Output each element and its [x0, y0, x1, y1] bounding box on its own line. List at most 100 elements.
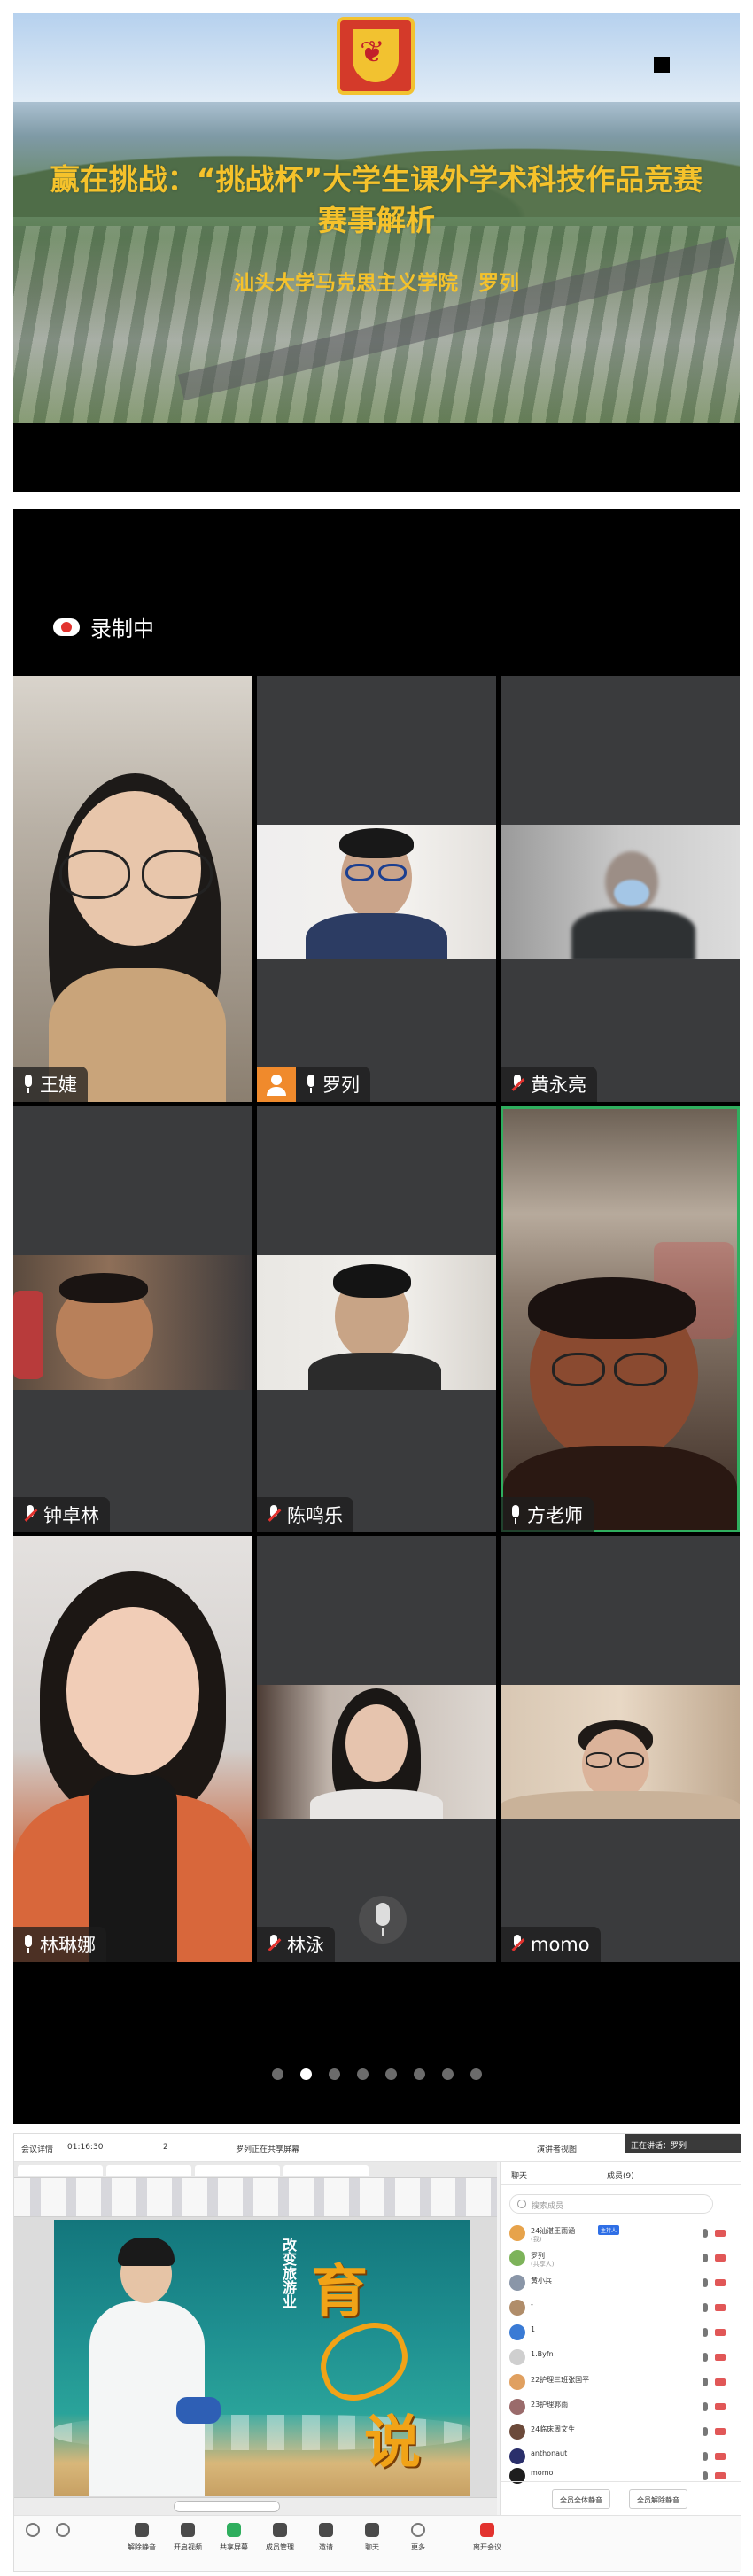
- mic-muted-icon: [266, 1505, 282, 1525]
- hand-button[interactable]: [53, 2523, 73, 2542]
- member-status-icons: [703, 2229, 729, 2238]
- member-status-icons: [703, 2452, 729, 2461]
- member-status-icons: [703, 2254, 729, 2262]
- mic-icon: [22, 1935, 35, 1954]
- browser-tab[interactable]: [283, 2165, 369, 2176]
- page-dot[interactable]: [328, 2068, 340, 2080]
- member-status-icons: [703, 2353, 729, 2362]
- chat-button[interactable]: 聊天: [351, 2523, 393, 2552]
- page-dot[interactable]: [271, 2068, 283, 2080]
- member-row[interactable]: 罗列 (共享人): [501, 2246, 741, 2270]
- member-row[interactable]: -: [501, 2295, 741, 2320]
- member-status-icons: [703, 2427, 729, 2436]
- statusbar-search-box[interactable]: [174, 2501, 280, 2512]
- leave-meeting-button[interactable]: 离开会议: [466, 2523, 508, 2552]
- browser-tab[interactable]: [195, 2165, 280, 2176]
- host-badge: 主持人: [598, 2225, 620, 2235]
- page-dot[interactable]: [413, 2068, 425, 2080]
- invite-button[interactable]: 邀请: [305, 2523, 347, 2552]
- chat-icon: [365, 2523, 379, 2537]
- name-tag: 钟卓林: [13, 1497, 110, 1532]
- meeting-toolbar: 解除静音 开启视频 共享屏幕 成员管理 邀请 聊天 更多 离开会议: [14, 2515, 741, 2571]
- doc-big-char-1: 育: [311, 2260, 368, 2325]
- microphone-icon: [135, 2523, 149, 2537]
- presentation-slide: ❦ 赢在挑战：“挑战杯”大学生课外学术科技作品竞赛 赛事解析 汕头大学马克思主义…: [13, 13, 740, 423]
- name-tag: momo: [501, 1927, 601, 1962]
- video-tile-huangyongliang[interactable]: 黄永亮: [501, 676, 740, 1102]
- black-square-marker: [654, 57, 670, 73]
- view-mode-button[interactable]: 演讲者视图: [537, 2143, 577, 2154]
- avatar: [509, 2275, 525, 2291]
- desktop-meeting-screenshot: 会议详情 01:16:30 2 罗列正在共享屏幕 演讲者视图 正在讲话：罗列 改…: [13, 2133, 741, 2572]
- unmute-button[interactable]: 解除静音: [120, 2523, 163, 2552]
- mic-icon: [22, 1075, 35, 1094]
- member-row[interactable]: 24临床周文生: [501, 2419, 741, 2444]
- mute-all-button[interactable]: 全员全体静音: [552, 2489, 610, 2509]
- doc-person-hair: [118, 2238, 175, 2266]
- slide-title-line2: 赛事解析: [318, 203, 435, 237]
- mic-icon: [509, 1505, 522, 1525]
- doc-big-char-2: 说: [364, 2410, 421, 2476]
- page-dot[interactable]: [470, 2068, 482, 2080]
- settings-icon: [26, 2523, 40, 2537]
- more-button[interactable]: 更多: [397, 2523, 439, 2552]
- page-dot-active[interactable]: [299, 2068, 312, 2080]
- more-icon: [411, 2523, 425, 2537]
- member-row[interactable]: 23护理郭雨: [501, 2394, 741, 2419]
- video-tile-fanglaoshi[interactable]: 方老师: [501, 1106, 740, 1532]
- document-statusbar: [14, 2497, 497, 2515]
- name-tag: 林琳娜: [13, 1927, 106, 1962]
- mic-muted-icon: [509, 1075, 525, 1094]
- slide-title: 赢在挑战：“挑战杯”大学生课外学术科技作品竞赛 赛事解析: [13, 159, 740, 241]
- members-icon: [273, 2523, 287, 2537]
- panel-footer: 全员全体静音 全员解除静音: [501, 2481, 741, 2515]
- video-tile-linlinna[interactable]: 林琳娜: [13, 1536, 252, 1962]
- university-emblem-logo: ❦: [337, 17, 415, 95]
- dragon-icon: ❦: [360, 35, 385, 70]
- member-row[interactable]: 24汕湛王雨涵 (我) 主持人: [501, 2221, 741, 2246]
- page-dot[interactable]: [356, 2068, 369, 2080]
- leave-icon: [480, 2523, 494, 2537]
- avatar: [509, 2374, 525, 2390]
- video-tile-zhongzhuolin[interactable]: 钟卓林: [13, 1106, 252, 1532]
- member-status-icons: [703, 2328, 729, 2337]
- meeting-timer: 01:16:30: [67, 2143, 104, 2152]
- browser-tab[interactable]: [18, 2165, 103, 2176]
- name-tag: 黄永亮: [501, 1067, 597, 1102]
- page-dot[interactable]: [384, 2068, 397, 2080]
- member-row[interactable]: 黄小兵: [501, 2270, 741, 2295]
- shared-document-page: 改变旅游业 育 说: [54, 2220, 470, 2496]
- page-dot[interactable]: [441, 2068, 454, 2080]
- browser-tab[interactable]: [106, 2165, 191, 2176]
- video-tile-luolie[interactable]: 罗列: [257, 676, 496, 1102]
- share-screen-icon: [227, 2523, 241, 2537]
- document-ribbon-toolbar: [14, 2178, 497, 2217]
- video-tile-momo[interactable]: momo: [501, 1536, 740, 1962]
- member-row[interactable]: 22护理三班张国平: [501, 2370, 741, 2394]
- tab-members[interactable]: 成员(9): [607, 2169, 634, 2181]
- avatar: [509, 2424, 525, 2440]
- meeting-info-link[interactable]: 会议详情: [21, 2143, 53, 2154]
- unmute-all-button[interactable]: 全员解除静音: [629, 2489, 687, 2509]
- share-screen-button[interactable]: 共享屏幕: [213, 2523, 255, 2552]
- avatar: [509, 2324, 525, 2340]
- video-meeting-screenshot: 录制中 王婕 罗列 黄永亮 钟卓林 陈鸣乐 方老师 林琳娜 林泳 momo: [13, 509, 740, 2124]
- manage-members-button[interactable]: 成员管理: [259, 2523, 301, 2552]
- video-tile-chenmingle[interactable]: 陈鸣乐: [257, 1106, 496, 1532]
- sharing-status[interactable]: 罗列正在共享屏幕: [236, 2143, 299, 2154]
- shared-screen: 改变旅游业 育 说: [14, 2162, 497, 2515]
- participants-panel: 聊天 成员(9) 搜索成员 24汕湛王雨涵 (我) 主持人 罗列 (共享人) 黄…: [500, 2162, 741, 2515]
- tab-chat[interactable]: 聊天: [511, 2169, 527, 2181]
- recording-indicator[interactable]: 录制中: [53, 611, 154, 642]
- member-row[interactable]: 1.Byfn: [501, 2345, 741, 2370]
- start-video-button[interactable]: 开启视频: [167, 2523, 209, 2552]
- settings-button[interactable]: [23, 2523, 43, 2542]
- avatar: [509, 2399, 525, 2415]
- slide-screenshot: ❦ 赢在挑战：“挑战杯”大学生课外学术科技作品竞赛 赛事解析 汕头大学马克思主义…: [13, 13, 740, 492]
- member-search-input[interactable]: 搜索成员: [509, 2194, 713, 2214]
- member-row[interactable]: 1: [501, 2320, 741, 2345]
- avatar: [509, 2349, 525, 2365]
- floating-microphone-icon[interactable]: [359, 1896, 407, 1944]
- video-tile-wangjie[interactable]: 王婕: [13, 676, 252, 1102]
- camera-icon: [181, 2523, 195, 2537]
